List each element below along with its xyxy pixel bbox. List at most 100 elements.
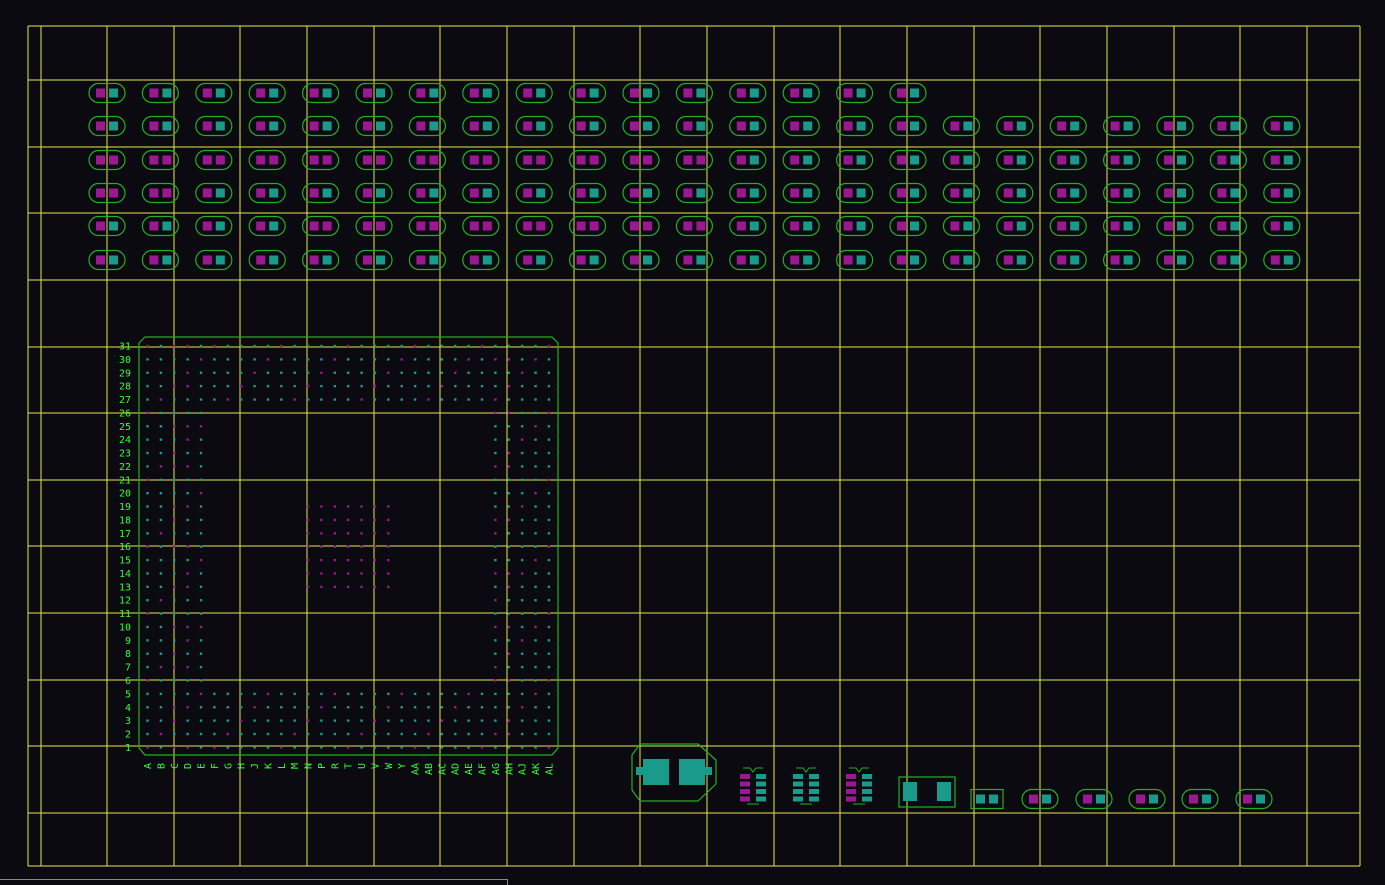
bga-ball xyxy=(320,358,323,361)
pad xyxy=(1202,794,1211,804)
pad xyxy=(1070,255,1080,265)
pad xyxy=(576,121,586,131)
bga-col-label: A xyxy=(143,763,154,769)
bga-ball xyxy=(547,732,551,736)
soic-pin xyxy=(846,796,856,802)
bga-ball xyxy=(320,371,323,374)
pad xyxy=(96,221,105,231)
bga-ball xyxy=(239,706,243,709)
pad xyxy=(1016,155,1026,165)
pad xyxy=(162,255,172,265)
pad xyxy=(989,794,998,804)
bga-ball xyxy=(534,505,537,508)
bga-ball xyxy=(306,371,310,374)
bga-ball xyxy=(333,732,337,736)
bga-ball xyxy=(333,518,337,522)
bga-ball xyxy=(494,665,497,669)
soic-pin xyxy=(862,796,872,802)
pad xyxy=(469,188,479,198)
pad xyxy=(309,155,319,165)
pad xyxy=(843,121,853,131)
pad xyxy=(856,221,866,231)
bga-ball xyxy=(534,478,537,481)
bga-row-label: 4 xyxy=(125,703,131,714)
bga-ball xyxy=(347,344,350,348)
bga-col-label: E xyxy=(197,763,208,769)
bga-ball xyxy=(347,545,350,548)
pad xyxy=(256,188,266,198)
bga-ball xyxy=(534,532,537,535)
bga-row-label: 2 xyxy=(125,730,131,741)
bga-ball xyxy=(387,344,390,348)
bga-ball xyxy=(146,692,149,696)
bga-ball xyxy=(146,625,149,629)
bga-ball xyxy=(360,384,363,388)
bga-ball xyxy=(413,398,417,401)
bga-ball xyxy=(547,532,551,535)
pad xyxy=(910,121,919,131)
bga-ball xyxy=(199,371,203,374)
pad xyxy=(643,255,652,265)
pad xyxy=(1003,121,1013,131)
bga-col-label: B xyxy=(156,763,167,769)
bga-ball xyxy=(159,491,163,495)
bga-col-label: AJ xyxy=(518,763,529,775)
capacitor-pad-right xyxy=(679,759,705,785)
pad xyxy=(950,121,960,131)
bga-col-label: W xyxy=(384,762,395,769)
bga-ball xyxy=(320,532,323,535)
bga-row-label: 23 xyxy=(119,449,131,460)
pad xyxy=(589,88,599,98)
bga-ball xyxy=(333,746,337,749)
pad xyxy=(630,255,639,265)
bga-ball xyxy=(373,732,377,736)
bga-ball xyxy=(547,572,551,575)
bga-ball xyxy=(173,679,176,682)
bga-ball xyxy=(373,384,377,388)
bga-ball xyxy=(520,625,524,629)
pcb-canvas[interactable]: 3130292827262524232221201918171615141312… xyxy=(0,0,1385,885)
bga-ball xyxy=(494,425,497,428)
bga-ball xyxy=(494,719,497,722)
bga-ball xyxy=(520,719,524,722)
pad xyxy=(1164,121,1173,131)
bga-ball xyxy=(173,625,176,629)
bga-ball xyxy=(520,532,524,535)
horizontal-scrollbar[interactable] xyxy=(0,879,508,885)
bga-ball xyxy=(199,625,203,629)
bga-ball xyxy=(507,585,510,589)
bga-ball xyxy=(520,652,524,655)
bga-ball xyxy=(400,344,403,348)
pad xyxy=(749,255,759,265)
bga-ball xyxy=(507,572,510,575)
bga-ball xyxy=(146,518,149,522)
bga-ball xyxy=(293,371,296,374)
bga-ball xyxy=(266,371,270,374)
pad xyxy=(803,121,813,131)
bga-ball xyxy=(253,719,256,722)
bga-ball xyxy=(520,344,524,348)
bga-ball xyxy=(427,732,430,736)
bga-ball xyxy=(293,719,296,722)
bga-ball xyxy=(534,558,537,562)
pad xyxy=(1057,121,1067,131)
pad xyxy=(309,255,319,265)
bga-ball xyxy=(146,411,149,415)
bga-ball xyxy=(494,639,497,642)
bga-ball xyxy=(266,719,270,722)
pad xyxy=(215,155,225,165)
pad xyxy=(309,221,319,231)
bga-ball xyxy=(427,692,430,696)
pad xyxy=(643,188,652,198)
bga-ball xyxy=(520,639,524,642)
pad xyxy=(683,155,693,165)
bga-ball xyxy=(226,371,229,374)
bga-ball xyxy=(413,706,417,709)
bga-ball xyxy=(266,384,270,388)
pad xyxy=(856,188,866,198)
pad xyxy=(749,221,759,231)
bga-row-label: 16 xyxy=(119,542,131,553)
bga-ball xyxy=(467,371,470,374)
bga-ball xyxy=(507,384,510,388)
pad xyxy=(269,155,279,165)
